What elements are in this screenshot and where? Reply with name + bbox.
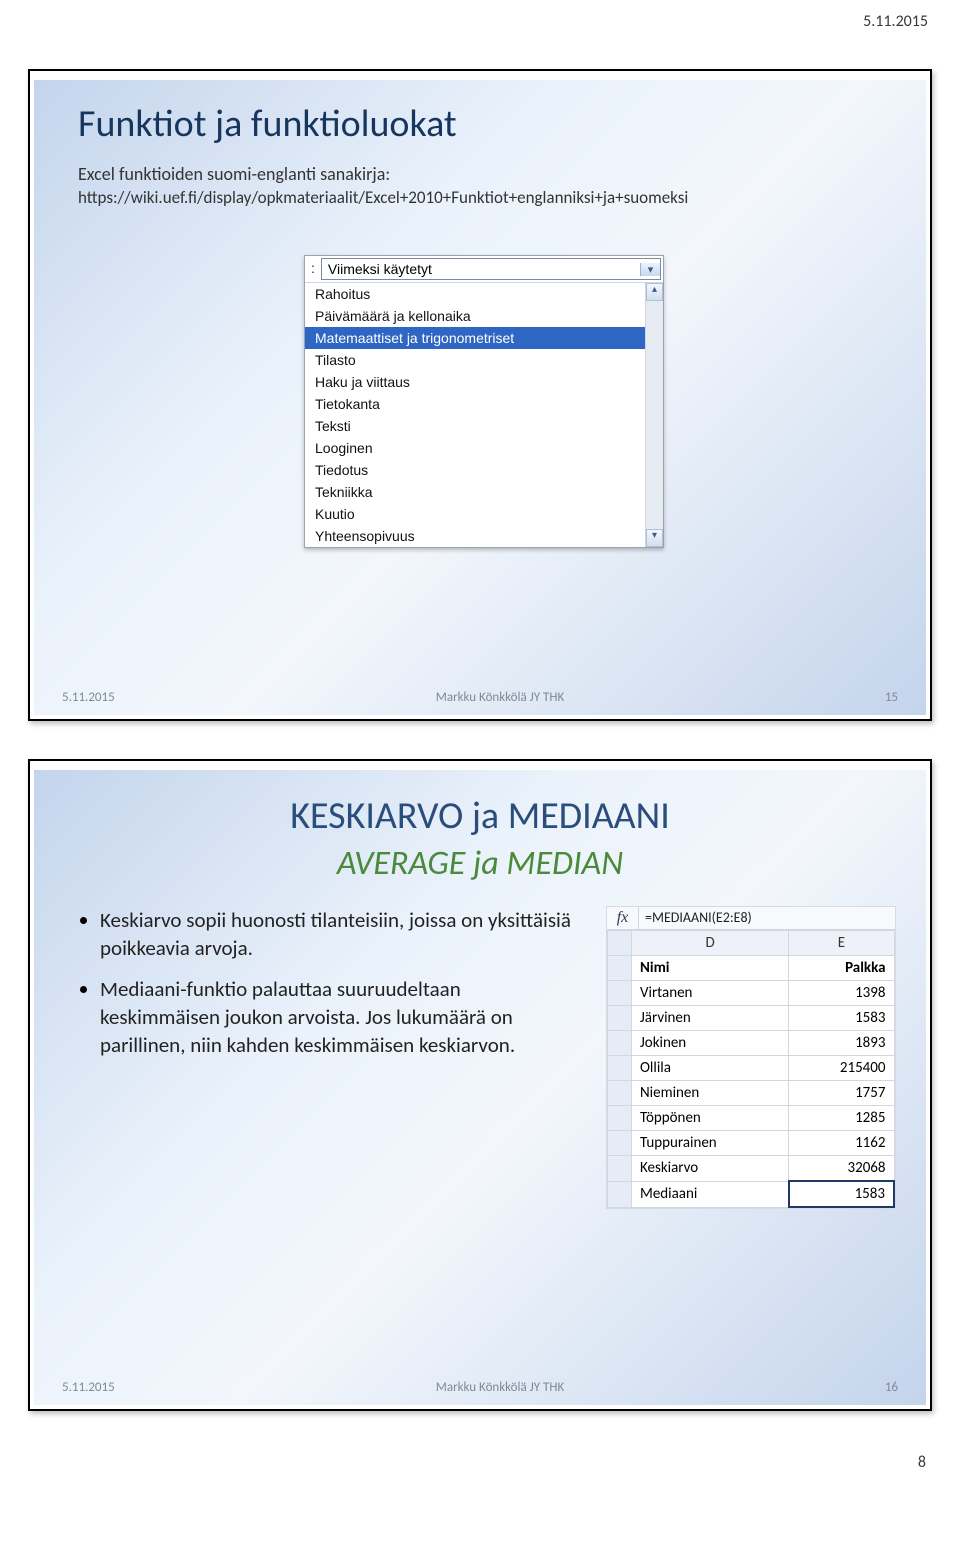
table-row: Nieminen1757 bbox=[608, 1081, 895, 1106]
corner-cell bbox=[608, 931, 632, 956]
combobox-option[interactable]: Kuutio bbox=[305, 503, 663, 525]
combobox-option[interactable]: Tekniikka bbox=[305, 481, 663, 503]
header-palkka: Palkka bbox=[789, 956, 894, 981]
fx-icon[interactable]: fx bbox=[607, 907, 639, 929]
col-letter-d: D bbox=[632, 931, 789, 956]
table-row: Mediaani1583 bbox=[608, 1181, 895, 1207]
cell-name: Ollila bbox=[632, 1056, 789, 1081]
combobox-option[interactable]: Looginen bbox=[305, 437, 663, 459]
bullet-item: Mediaani-funktio palauttaa suuruudeltaan… bbox=[100, 975, 576, 1060]
cell-name: Mediaani bbox=[632, 1181, 789, 1207]
table-row: Tuppurainen1162 bbox=[608, 1131, 895, 1156]
table-row: Töppönen1285 bbox=[608, 1106, 895, 1131]
table-row: Keskiarvo32068 bbox=[608, 1156, 895, 1182]
slide2-bullets: Keskiarvo sopii huonosti tilanteisiin, j… bbox=[82, 906, 576, 1209]
formula-text[interactable]: =MEDIAANI(E2:E8) bbox=[639, 907, 895, 929]
footer-date: 5.11.2015 bbox=[34, 1380, 154, 1395]
row-spacer bbox=[608, 956, 632, 981]
scroll-down-icon[interactable]: ▾ bbox=[646, 529, 663, 547]
slide-2: KESKIARVO ja MEDIAANI AVERAGE ja MEDIAN … bbox=[34, 765, 926, 1405]
combobox-option[interactable]: Haku ja viittaus bbox=[305, 371, 663, 393]
slide-2-frame: KESKIARVO ja MEDIAANI AVERAGE ja MEDIAN … bbox=[28, 759, 932, 1411]
footer-date: 5.11.2015 bbox=[34, 690, 154, 705]
cell-value: 1583 bbox=[789, 1006, 894, 1031]
cell-value: 1893 bbox=[789, 1031, 894, 1056]
slide2-title: KESKIARVO ja MEDIAANI AVERAGE ja MEDIAN bbox=[34, 765, 926, 884]
footer-author: Markku Könkkölä JY THK bbox=[154, 690, 846, 705]
cell-name: Jokinen bbox=[632, 1031, 789, 1056]
chevron-down-icon[interactable]: ▾ bbox=[640, 263, 660, 276]
slide2-title-sub: AVERAGE ja MEDIAN bbox=[34, 843, 926, 884]
table-row: Virtanen1398 bbox=[608, 981, 895, 1006]
scrollbar[interactable]: ▴ ▾ bbox=[645, 283, 663, 547]
bullet-item: Keskiarvo sopii huonosti tilanteisiin, j… bbox=[100, 906, 576, 963]
cell-value: 1583 bbox=[789, 1181, 894, 1207]
row-spacer bbox=[608, 1031, 632, 1056]
cell-name: Töppönen bbox=[632, 1106, 789, 1131]
excel-snippet: fx =MEDIAANI(E2:E8) D E Nimi Palkka bbox=[606, 906, 896, 1209]
row-spacer bbox=[608, 1181, 632, 1207]
table-row: Ollila215400 bbox=[608, 1056, 895, 1081]
combobox-option[interactable]: Tiedotus bbox=[305, 459, 663, 481]
cell-value: 1285 bbox=[789, 1106, 894, 1131]
slide2-footer: 5.11.2015 Markku Könkkölä JY THK 16 bbox=[34, 1380, 926, 1395]
cell-value: 215400 bbox=[789, 1056, 894, 1081]
combobox-list[interactable]: ▴ ▾ RahoitusPäivämäärä ja kellonaikaMate… bbox=[305, 282, 663, 547]
slide-1-frame: Funktiot ja funktioluokat Excel funktioi… bbox=[28, 69, 932, 721]
cell-name: Järvinen bbox=[632, 1006, 789, 1031]
cell-value: 1398 bbox=[789, 981, 894, 1006]
table-row: Järvinen1583 bbox=[608, 1006, 895, 1031]
cell-name: Virtanen bbox=[632, 981, 789, 1006]
slide1-title: Funktiot ja funktioluokat bbox=[34, 75, 926, 153]
slide-1: Funktiot ja funktioluokat Excel funktioi… bbox=[34, 75, 926, 715]
category-combobox[interactable]: : Viimeksi käytetyt ▾ ▴ ▾ RahoitusPäiväm… bbox=[304, 255, 664, 548]
row-spacer bbox=[608, 1131, 632, 1156]
header-nimi: Nimi bbox=[632, 956, 789, 981]
col-letter-e: E bbox=[789, 931, 894, 956]
combobox-option[interactable]: Yhteensopivuus bbox=[305, 525, 663, 547]
combobox-option[interactable]: Päivämäärä ja kellonaika bbox=[305, 305, 663, 327]
row-spacer bbox=[608, 1056, 632, 1081]
formula-bar[interactable]: fx =MEDIAANI(E2:E8) bbox=[607, 907, 895, 930]
row-spacer bbox=[608, 1081, 632, 1106]
cell-value: 1162 bbox=[789, 1131, 894, 1156]
page-number: 8 bbox=[0, 1449, 960, 1484]
combobox-option[interactable]: Rahoitus bbox=[305, 283, 663, 305]
slide1-link: https://wiki.uef.fi/display/opkmateriaal… bbox=[34, 185, 926, 208]
row-spacer bbox=[608, 1006, 632, 1031]
row-spacer bbox=[608, 981, 632, 1006]
footer-slide-number: 16 bbox=[846, 1380, 926, 1395]
row-spacer bbox=[608, 1106, 632, 1131]
footer-slide-number: 15 bbox=[846, 690, 926, 705]
combobox-option[interactable]: Teksti bbox=[305, 415, 663, 437]
cell-name: Tuppurainen bbox=[632, 1131, 789, 1156]
cell-name: Nieminen bbox=[632, 1081, 789, 1106]
combobox-option[interactable]: Matemaattiset ja trigonometriset bbox=[305, 327, 663, 349]
scroll-up-icon[interactable]: ▴ bbox=[646, 283, 663, 301]
row-spacer bbox=[608, 1156, 632, 1182]
cell-value: 1757 bbox=[789, 1081, 894, 1106]
slide1-footer: 5.11.2015 Markku Könkkölä JY THK 15 bbox=[34, 690, 926, 705]
data-table: D E Nimi Palkka Virtanen1398Järvinen1583… bbox=[607, 930, 895, 1208]
slide1-subtitle: Excel funktioiden suomi-englanti sanakir… bbox=[34, 153, 926, 185]
cell-name: Keskiarvo bbox=[632, 1156, 789, 1182]
page-header-date: 5.11.2015 bbox=[0, 0, 960, 39]
combobox-option[interactable]: Tilasto bbox=[305, 349, 663, 371]
cell-value: 32068 bbox=[789, 1156, 894, 1182]
footer-author: Markku Könkkölä JY THK bbox=[154, 1380, 846, 1395]
combobox-option[interactable]: Tietokanta bbox=[305, 393, 663, 415]
table-row: Jokinen1893 bbox=[608, 1031, 895, 1056]
slide2-title-main: KESKIARVO ja MEDIAANI bbox=[290, 793, 670, 839]
combobox-header[interactable]: : Viimeksi käytetyt ▾ bbox=[305, 256, 663, 282]
combobox-label: : bbox=[305, 256, 321, 282]
combobox-value: Viimeksi käytetyt bbox=[322, 259, 438, 279]
